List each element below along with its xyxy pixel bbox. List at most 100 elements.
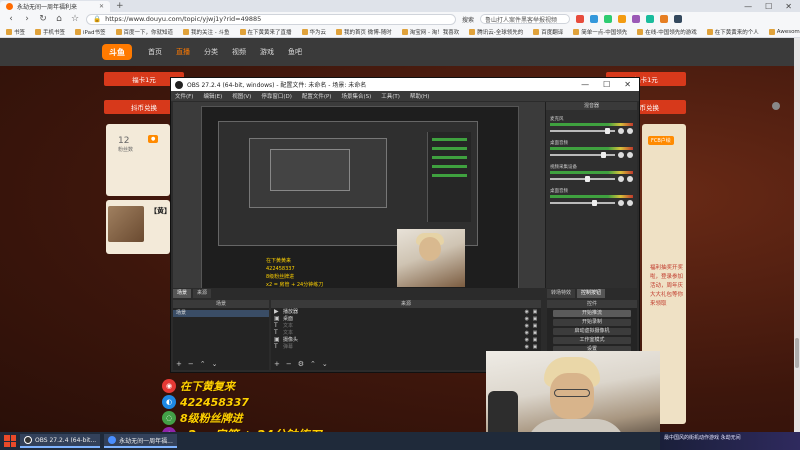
scene-item[interactable]: 场景 [173, 310, 269, 317]
source-item[interactable]: ▣ 桌面 ◉ ▣ [271, 315, 541, 322]
bookmark-item[interactable]: 腾讯云-全球领先的 [469, 28, 523, 36]
eye-icon[interactable]: ◉ [525, 323, 529, 329]
eye-icon[interactable]: ◉ [525, 344, 529, 350]
extension-icon[interactable] [632, 15, 641, 23]
down-icon[interactable]: ⌄ [322, 360, 328, 368]
down-icon[interactable]: ⌄ [212, 360, 218, 368]
forward-icon[interactable]: › [22, 14, 32, 24]
obs-preview[interactable]: 在下黄黄来 422458337 8级粉丝牌进 x2 = 房管 + 24分钟练刀 [173, 102, 545, 298]
bookmark-item[interactable]: Awesome Wall [768, 28, 800, 35]
bookmark-item[interactable]: iPad书签 [75, 28, 106, 36]
tab-transitions[interactable]: 转场特效 [547, 289, 576, 298]
control-button[interactable]: 开始推流 [553, 310, 631, 317]
eye-icon[interactable]: ◉ [525, 330, 529, 336]
volume-slider[interactable] [550, 152, 615, 158]
scrollbar-thumb[interactable] [795, 338, 799, 368]
speaker-icon[interactable] [618, 128, 624, 134]
source-item[interactable]: T 文本 ◉ ▣ [271, 329, 541, 336]
speaker-icon[interactable] [618, 200, 624, 206]
obs-menu-item[interactable]: 文件(F) [175, 92, 193, 100]
extension-icon[interactable] [660, 15, 669, 23]
source-item[interactable]: ▣ 摄像头 ◉ ▣ [271, 336, 541, 343]
home-icon[interactable]: ⌂ [54, 14, 64, 24]
taskbar-item-obs[interactable]: OBS 27.2.4 (64-bit... [20, 434, 101, 448]
gear-icon[interactable] [627, 128, 633, 134]
speaker-icon[interactable] [618, 152, 624, 158]
up-icon[interactable]: ⌃ [200, 360, 206, 368]
volume-knob[interactable] [585, 176, 591, 182]
tab-controls[interactable]: 控制按钮 [577, 289, 606, 298]
back-icon[interactable]: ‹ [6, 14, 16, 24]
volume-knob[interactable] [601, 152, 607, 158]
minimize-icon[interactable]: — [744, 2, 752, 11]
extension-icon[interactable] [576, 15, 585, 23]
lock-icon[interactable]: ▣ [532, 330, 538, 336]
volume-knob[interactable] [591, 200, 597, 206]
preview-canvas[interactable]: 在下黄黄来 422458337 8级粉丝牌进 x2 = 房管 + 24分钟练刀 [201, 106, 519, 292]
avatar[interactable] [108, 206, 144, 242]
lock-icon[interactable]: ▣ [532, 309, 538, 315]
bookmark-item[interactable]: 我的关注 - 斗鱼 [183, 28, 230, 36]
promo-banner[interactable]: 最中国风的街机动作游戏 永劫无间 [660, 432, 800, 450]
volume-slider[interactable] [550, 176, 615, 182]
remove-icon[interactable]: − [286, 360, 292, 368]
extension-icon[interactable] [646, 15, 655, 23]
extension-icon[interactable] [590, 15, 599, 23]
douyu-logo[interactable]: 斗鱼 [102, 44, 132, 60]
volume-slider[interactable] [550, 128, 615, 134]
obs-menu-item[interactable]: 配置文件(P) [302, 92, 332, 100]
bookmark-item[interactable]: 在下黄黄来的个人 [706, 28, 759, 36]
bookmark-item[interactable]: 百度一下，你就知道 [115, 28, 173, 36]
source-item[interactable]: T 文本 ◉ ▣ [271, 322, 541, 329]
nav-home[interactable]: 首页 [148, 47, 162, 57]
eye-icon[interactable]: ◉ [525, 337, 529, 343]
taskbar-item-browser[interactable]: 永劫无间一周年福... [104, 434, 177, 448]
obs-menu-item[interactable]: 帮助(H) [410, 92, 429, 100]
bookmark-item[interactable]: 简单一点-中国领先 [573, 28, 627, 36]
windows-start-icon[interactable] [4, 435, 16, 447]
eye-icon[interactable]: ◉ [525, 316, 529, 322]
bookmark-item[interactable]: 百度翻译 [533, 28, 563, 36]
lock-icon[interactable]: ▣ [532, 337, 538, 343]
obs-menu-item[interactable]: 停靠窗口(D) [261, 92, 292, 100]
nav-video[interactable]: 视频 [232, 47, 246, 57]
source-item[interactable]: T 弹幕 ◉ ▣ [271, 343, 541, 350]
extension-icon[interactable] [604, 15, 613, 23]
gear-icon[interactable] [627, 176, 633, 182]
bookmark-item[interactable]: 华为云 [301, 28, 326, 36]
tab-scenes[interactable]: 场景 [173, 289, 192, 298]
tab-sources[interactable]: 来源 [193, 289, 212, 298]
obs-close-icon[interactable]: ✕ [624, 80, 631, 89]
bookmark-item[interactable]: 在下黄黄来了直播 [239, 28, 292, 36]
lock-icon[interactable]: ▣ [532, 323, 538, 329]
maximize-icon[interactable]: ☐ [765, 2, 772, 11]
control-button[interactable]: 启动虚拟摄像机 [553, 328, 631, 335]
volume-knob[interactable] [604, 128, 610, 134]
gear-icon[interactable]: ⚙ [298, 360, 304, 368]
bookmark-item[interactable]: 在线-中国领先的游戏 [637, 28, 697, 36]
bookmark-item[interactable]: 书签 [6, 28, 25, 36]
control-button[interactable]: 开始录制 [553, 319, 631, 326]
float-button[interactable] [772, 102, 780, 110]
lock-icon[interactable]: ▣ [532, 316, 538, 322]
add-icon[interactable]: + [274, 360, 280, 368]
volume-slider[interactable] [550, 200, 615, 206]
extension-icon[interactable] [618, 15, 627, 23]
reload-icon[interactable]: ↻ [38, 14, 48, 24]
bookmarks-icon[interactable]: ☆ [70, 14, 80, 24]
bookmark-item[interactable]: 淘宝网 - 淘！我喜欢 [401, 28, 459, 36]
browser-tab[interactable]: 永劫无间一周年福利来 ✕ [0, 1, 110, 12]
bookmark-item[interactable]: 手机书签 [35, 28, 65, 36]
up-icon[interactable]: ⌃ [310, 360, 316, 368]
page-scrollbar[interactable] [794, 38, 800, 432]
url-bar[interactable]: 🔒 https://www.douyu.com/topic/yjwj1y?rid… [86, 13, 456, 25]
nav-live[interactable]: 直播 [176, 47, 190, 57]
close-window-icon[interactable]: ✕ [785, 2, 792, 11]
new-tab-button[interactable]: + [110, 1, 130, 11]
obs-maximize-icon[interactable]: ☐ [603, 80, 610, 89]
source-item[interactable]: ▶ 播放器 ◉ ▣ [271, 308, 541, 315]
obs-menu-item[interactable]: 编辑(E) [203, 92, 222, 100]
eye-icon[interactable]: ◉ [525, 309, 529, 315]
nav-category[interactable]: 分类 [204, 47, 218, 57]
close-tab-icon[interactable]: ✕ [99, 3, 104, 10]
